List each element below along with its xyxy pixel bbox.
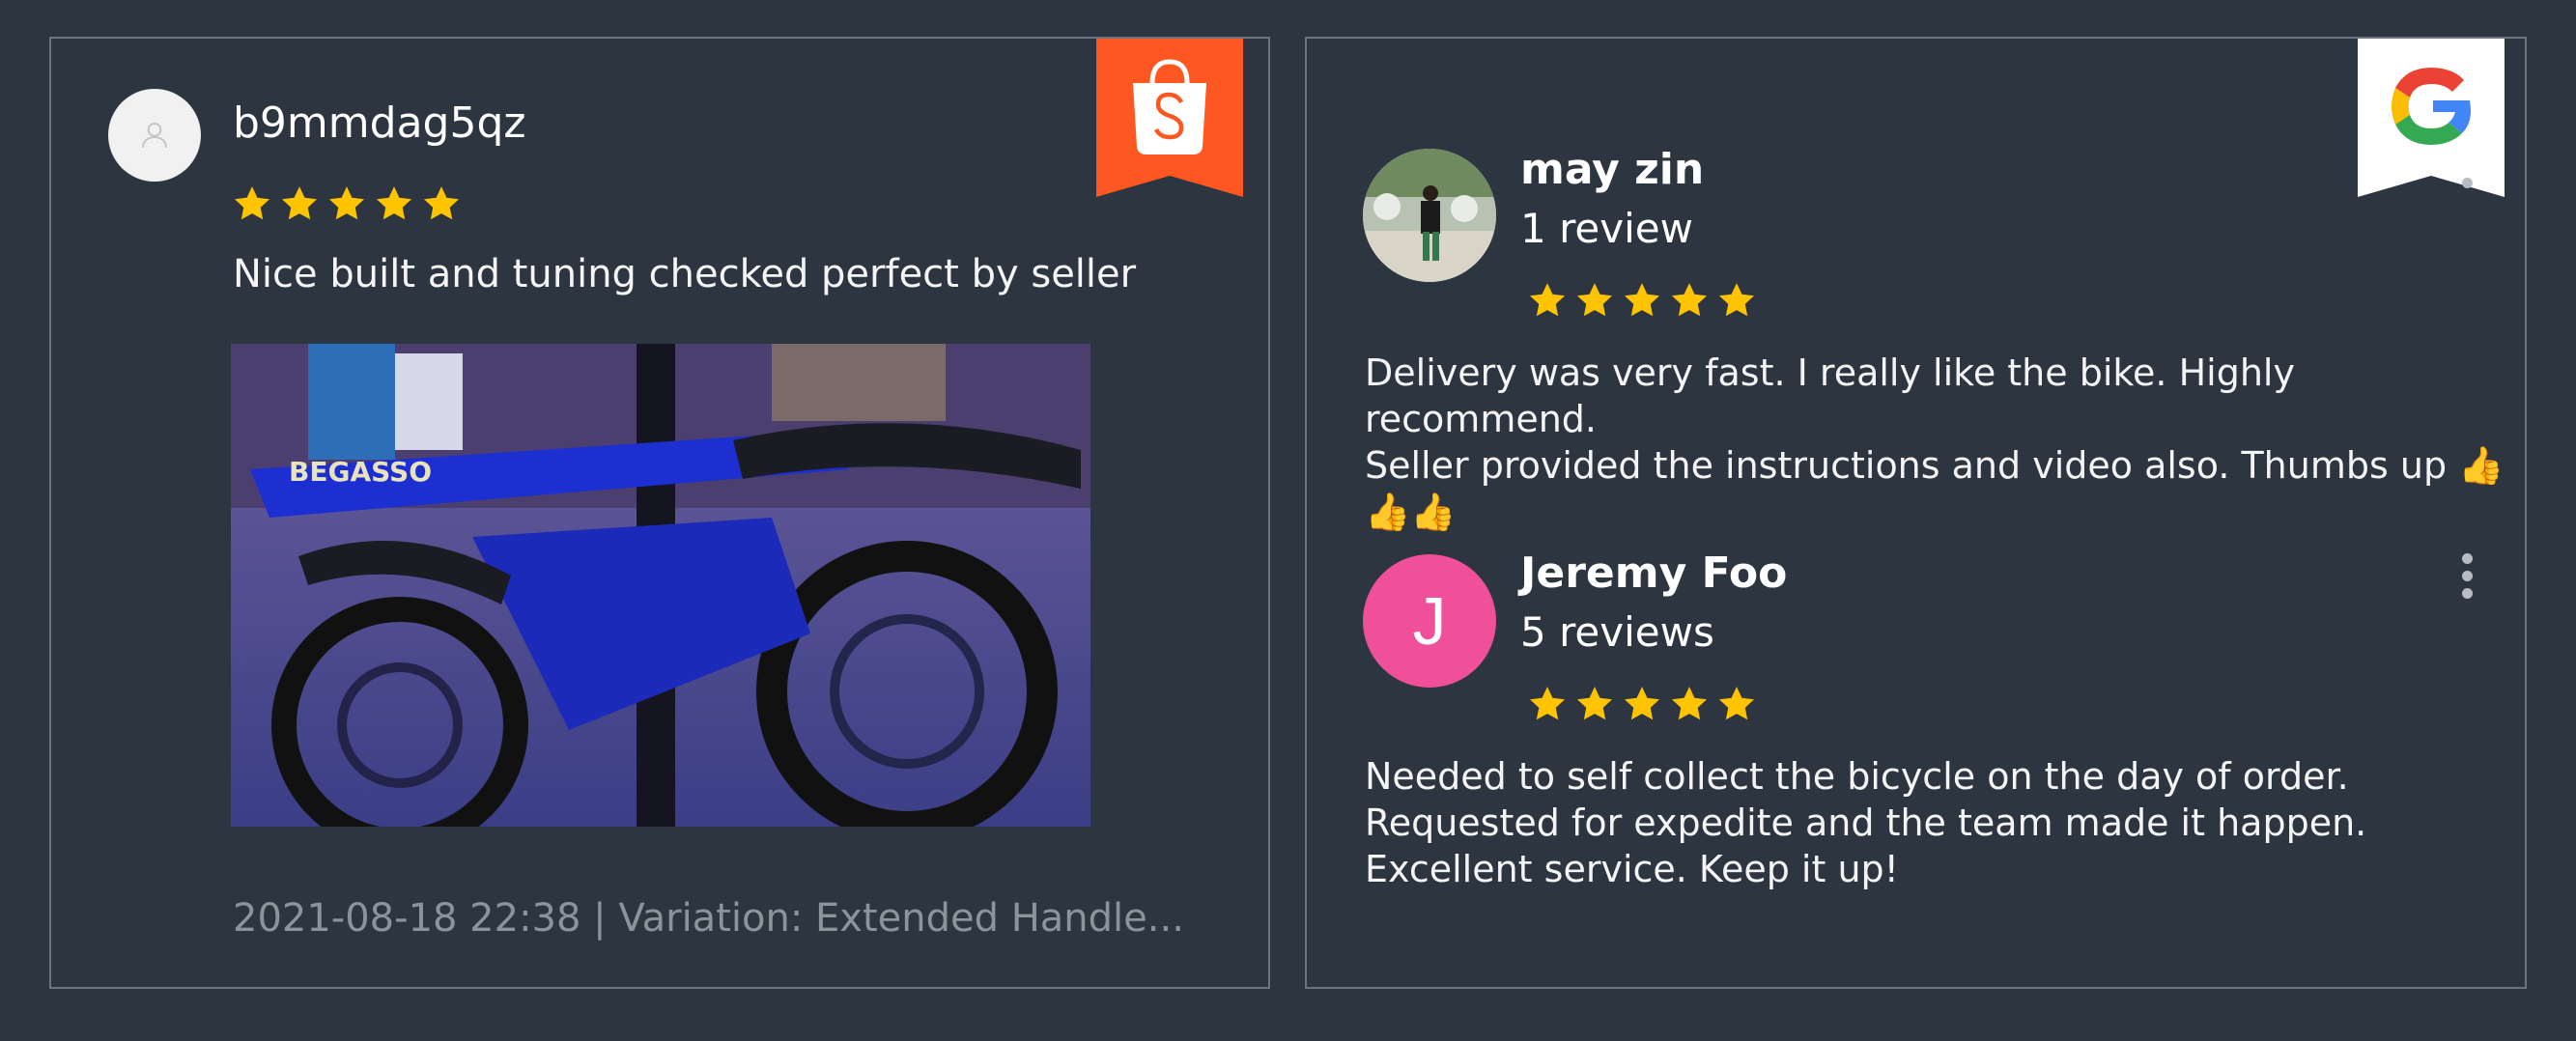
reviewer-name[interactable]: may zin bbox=[1520, 145, 1704, 194]
star-icon bbox=[376, 186, 412, 220]
review-photo-bicycle[interactable]: BEGASSO bbox=[231, 344, 1090, 827]
google-reviews-card: may zin 1 review Delivery was very fast.… bbox=[1305, 37, 2527, 989]
reviewer-avatar-initial[interactable]: J bbox=[1363, 554, 1496, 688]
star-icon bbox=[234, 186, 270, 220]
review-text: Nice built and tuning checked perfect by… bbox=[233, 252, 1137, 296]
review-text-line: Needed to self collect the bicycle on th… bbox=[1365, 755, 2349, 798]
star-icon bbox=[1671, 687, 1708, 720]
star-icon bbox=[1718, 687, 1755, 720]
star-icon bbox=[1576, 687, 1613, 720]
more-options-icon[interactable] bbox=[2457, 553, 2477, 599]
reviewer-review-count: 5 reviews bbox=[1520, 608, 1714, 656]
star-icon bbox=[1671, 283, 1708, 317]
star-icon bbox=[1529, 283, 1566, 317]
star-icon bbox=[328, 186, 365, 220]
reviewer-name[interactable]: Jeremy Foo bbox=[1520, 549, 1787, 598]
star-icon bbox=[423, 186, 460, 220]
user-icon bbox=[141, 122, 168, 148]
reviewer-avatar-may-zin[interactable] bbox=[1363, 149, 1496, 282]
star-icon bbox=[1529, 687, 1566, 720]
star-icon bbox=[281, 186, 318, 220]
review-text-line: Seller provided the instructions and vid… bbox=[1365, 444, 2505, 533]
star-icon bbox=[1576, 283, 1613, 317]
review-text: Delivery was very fast. I really like th… bbox=[1365, 350, 2525, 535]
shopee-review-card: b9mmdag5qz Nice built and tuning checked… bbox=[49, 37, 1270, 989]
review-text-line: Excellent service. Keep it up! bbox=[1365, 848, 1899, 890]
star-rating bbox=[232, 183, 462, 224]
review-text: Needed to self collect the bicycle on th… bbox=[1365, 753, 2366, 892]
shopee-bag-icon bbox=[1096, 39, 1243, 197]
star-rating bbox=[1527, 280, 1757, 321]
star-icon bbox=[1624, 687, 1660, 720]
google-g-icon bbox=[2358, 39, 2505, 197]
review-meta: 2021-08-18 22:38 | Variation: Extended H… bbox=[233, 896, 1184, 941]
star-icon bbox=[1624, 283, 1660, 317]
reviewer-username: b9mmdag5qz bbox=[233, 98, 526, 148]
review-text-line: Delivery was very fast. I really like th… bbox=[1365, 352, 2295, 440]
more-options-icon[interactable] bbox=[2457, 178, 2477, 188]
bike-brand-text: BEGASSO bbox=[289, 456, 432, 488]
review-text-line: Requested for expedite and the team made… bbox=[1365, 802, 2367, 844]
star-rating bbox=[1527, 684, 1757, 724]
star-icon bbox=[1718, 283, 1755, 317]
user-avatar[interactable] bbox=[108, 89, 201, 182]
reviewer-review-count: 1 review bbox=[1520, 205, 1693, 252]
